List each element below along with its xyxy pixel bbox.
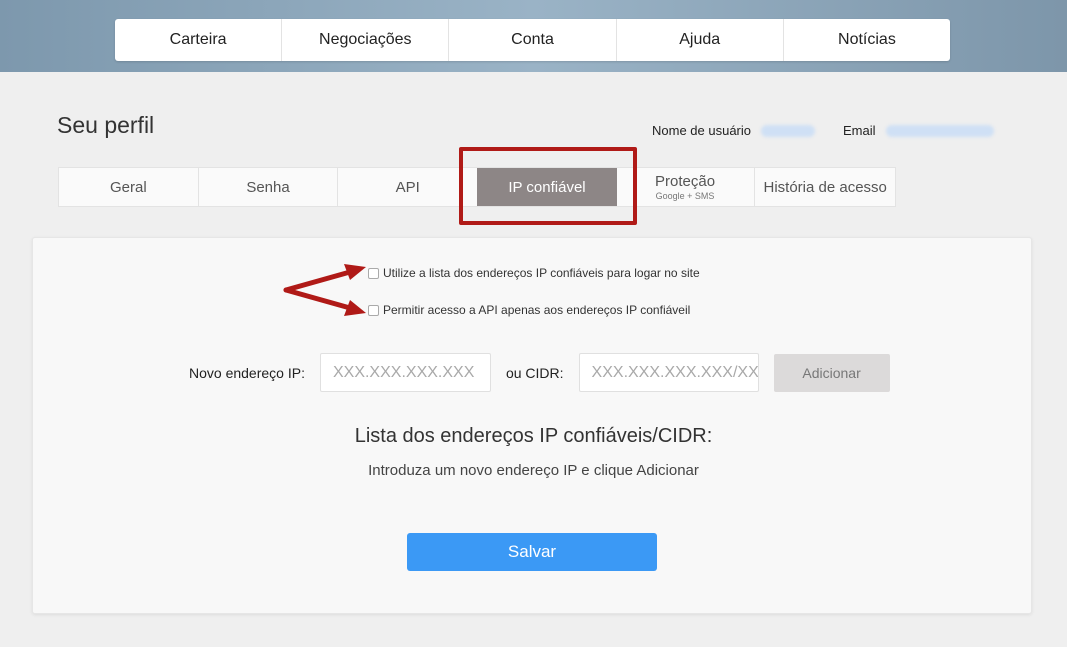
main-nav: Carteira Negociações Conta Ajuda Notícia… — [115, 19, 950, 61]
nav-item-carteira[interactable]: Carteira — [115, 19, 283, 61]
nav-item-noticias[interactable]: Notícias — [784, 19, 950, 61]
tab-senha[interactable]: Senha — [199, 168, 339, 206]
tab-api-label: API — [395, 178, 420, 196]
trusted-list-title: Lista dos endereços IP confiáveis/CIDR: — [354, 425, 713, 447]
add-ip-form: Novo endereço IP: ou CIDR: Adicionar — [189, 353, 890, 392]
username-value-redacted — [761, 124, 815, 137]
tab-geral-label: Geral — [109, 178, 147, 196]
tab-api[interactable]: API — [338, 168, 479, 206]
tab-ip-label: IP confiável — [508, 178, 586, 196]
option-use-list-row: Utilize a lista dos endereços IP confiáv… — [368, 266, 700, 280]
use-list-label: Utilize a lista dos endereços IP confiáv… — [383, 266, 700, 280]
tab-historia[interactable]: História de acesso — [755, 168, 895, 206]
use-list-checkbox[interactable] — [368, 267, 379, 279]
tab-protecao-sublabel: Google + SMS — [655, 191, 715, 201]
email-value-redacted — [885, 124, 994, 137]
email-label: Email — [843, 123, 876, 138]
nav-item-negociacoes[interactable]: Negociações — [282, 19, 450, 61]
tab-ip-confiavel[interactable]: IP confiável — [477, 168, 617, 206]
api-only-label: Permitir acesso a API apenas aos endereç… — [383, 303, 691, 317]
add-button[interactable]: Adicionar — [773, 353, 890, 392]
tab-geral[interactable]: Geral — [59, 168, 199, 206]
api-only-checkbox[interactable] — [368, 304, 379, 316]
ip-input[interactable] — [319, 353, 491, 392]
username-label: Nome de usuário — [652, 123, 751, 138]
page-title: Seu perfil — [57, 112, 155, 138]
cidr-label: ou CIDR: — [505, 364, 564, 381]
tab-protecao-label: Proteção — [655, 173, 716, 190]
tab-protecao[interactable]: Proteção Google + SMS — [616, 168, 756, 206]
option-api-only-row: Permitir acesso a API apenas aos endereç… — [368, 303, 690, 317]
user-info: Nome de usuário Email — [652, 123, 994, 138]
nav-item-ajuda[interactable]: Ajuda — [617, 19, 784, 61]
save-button[interactable]: Salvar — [407, 533, 657, 571]
cidr-input[interactable] — [578, 353, 759, 392]
nav-item-conta[interactable]: Conta — [449, 19, 617, 61]
tab-historia-label: História de acesso — [763, 178, 887, 196]
tab-senha-label: Senha — [246, 178, 290, 196]
trusted-list-hint: Introduza um novo endereço IP e clique A… — [368, 462, 699, 479]
ip-label: Novo endereço IP: — [189, 364, 305, 381]
